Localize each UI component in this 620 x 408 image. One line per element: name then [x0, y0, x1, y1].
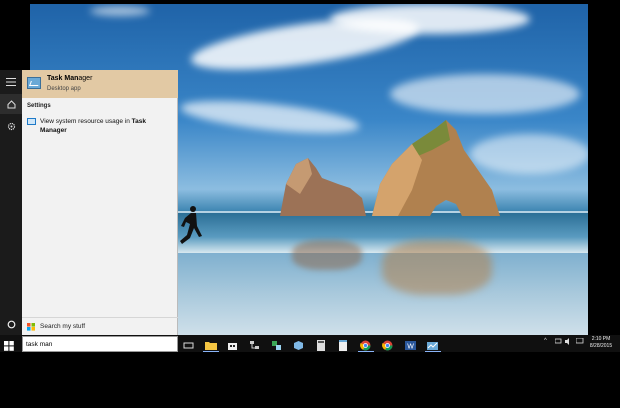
taskbar-clock[interactable]: 2:10 PM 8/28/2015 [588, 336, 614, 350]
windows-start-icon[interactable] [4, 338, 16, 351]
cortana-circle-icon[interactable] [0, 314, 22, 334]
taskbar-search-box[interactable] [22, 336, 178, 352]
svg-text:W: W [407, 344, 414, 351]
small-rock [280, 158, 366, 216]
clock-time: 2:10 PM [591, 336, 611, 342]
chrome-icon[interactable] [358, 338, 374, 352]
file-explorer-icon[interactable] [203, 338, 219, 352]
word-icon[interactable]: W [405, 338, 417, 351]
volume-icon[interactable] [565, 338, 573, 347]
notepad-icon[interactable] [338, 338, 350, 351]
search-my-stuff-button[interactable]: Search my stuff [22, 317, 178, 336]
screen: Task Manager Desktop app Settings View s… [0, 0, 620, 408]
store-icon[interactable] [227, 338, 239, 350]
task-view-icon[interactable] [183, 338, 195, 349]
home-icon[interactable] [0, 94, 22, 114]
search-results-panel: Task Manager Desktop app Settings View s… [22, 70, 178, 336]
best-match-task-manager[interactable]: Task Manager Desktop app [22, 70, 178, 98]
chevron-up-icon[interactable]: ^ [544, 338, 547, 344]
language-icon[interactable] [575, 337, 584, 347]
app-green-icon[interactable] [271, 338, 283, 350]
network-icon[interactable] [249, 338, 261, 349]
best-match-title: Task Manager [47, 75, 93, 82]
task-manager-icon[interactable] [425, 338, 441, 352]
arch-rock [372, 120, 500, 216]
settings-section-header: Settings [27, 103, 51, 109]
search-my-stuff-label: Search my stuff [40, 323, 86, 330]
task-manager-icon [27, 77, 41, 89]
clock-date: 8/28/2015 [589, 343, 613, 349]
windows-logo-icon [27, 323, 35, 331]
network-tray-icon[interactable] [554, 338, 563, 347]
start-rail [0, 70, 22, 352]
search-input[interactable] [26, 339, 174, 350]
3d-box-icon[interactable] [293, 338, 305, 350]
hamburger-menu-icon[interactable] [0, 72, 22, 92]
chrome-icon[interactable] [382, 338, 394, 351]
monitor-settings-icon [27, 118, 36, 125]
runner-silhouette [180, 206, 202, 244]
calculator-icon[interactable] [316, 338, 328, 351]
settings-result-item[interactable]: View system resource usage in Task Manag… [22, 115, 178, 137]
settings-gear-icon[interactable] [0, 116, 22, 136]
best-match-subtitle: Desktop app [47, 86, 81, 92]
settings-result-text: View system resource usage in Task Manag… [40, 118, 146, 134]
